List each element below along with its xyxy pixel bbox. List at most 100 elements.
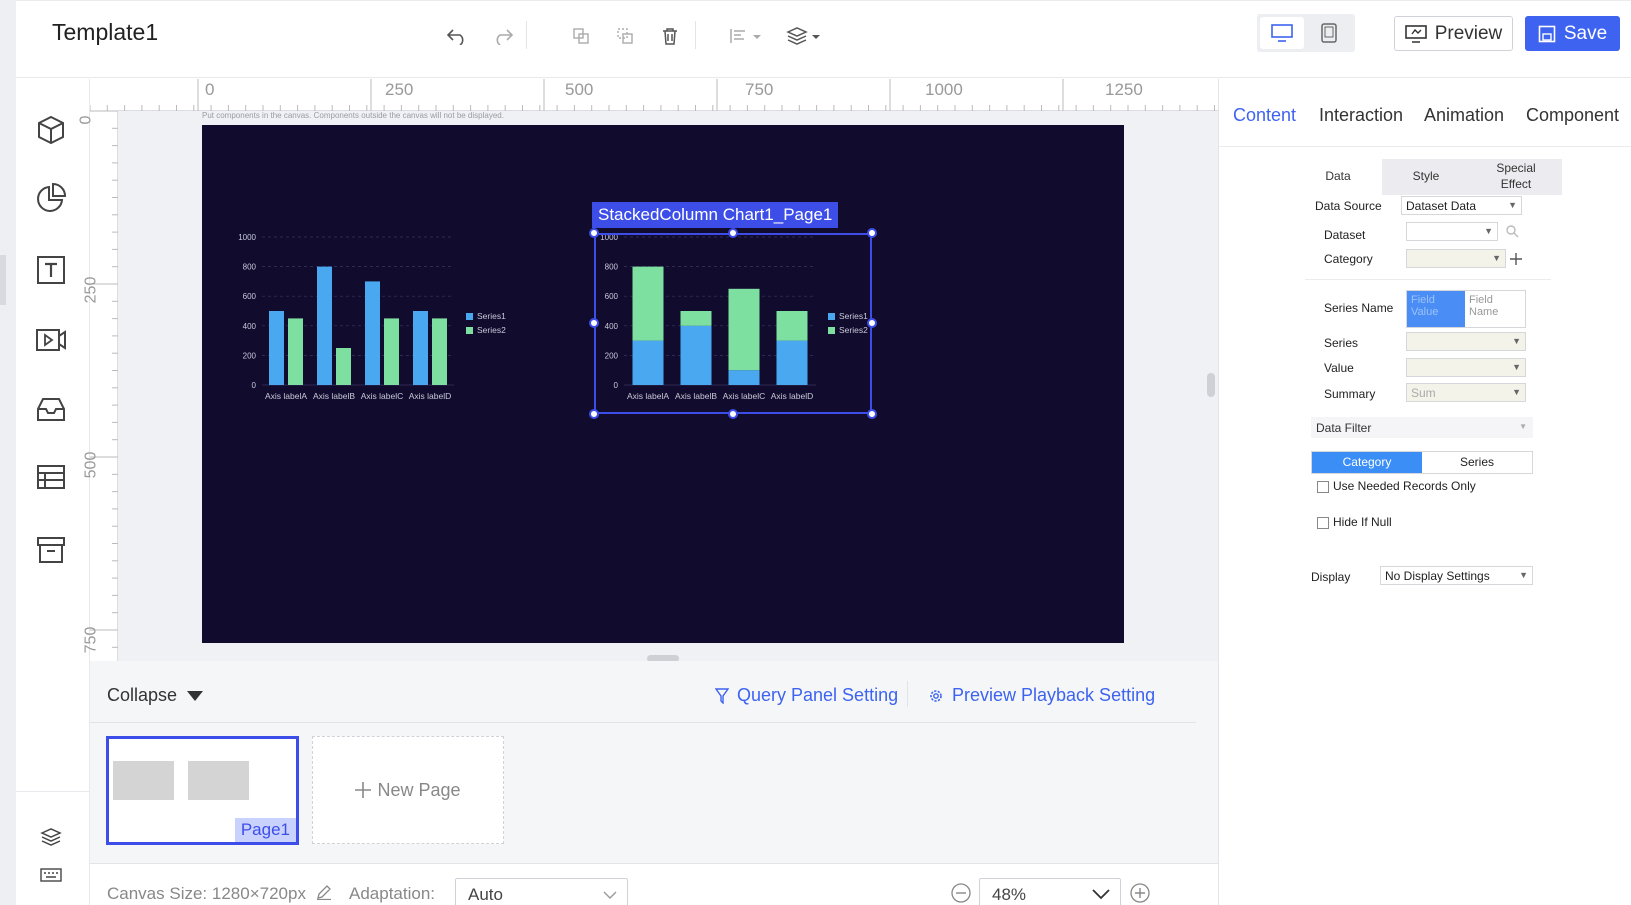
- add-icon[interactable]: [1509, 252, 1523, 266]
- adaptation-value: Auto: [468, 885, 503, 904]
- data-source-select[interactable]: Dataset Data ▼: [1401, 196, 1522, 215]
- new-page-button[interactable]: New Page: [312, 736, 504, 844]
- adaptation-label: Adaptation:: [349, 884, 436, 903]
- layers-icon: [786, 27, 820, 45]
- category-select[interactable]: ▼: [1406, 249, 1506, 268]
- edit-pencil-icon[interactable]: [316, 884, 332, 900]
- resize-handle[interactable]: [589, 318, 599, 328]
- media-component-button[interactable]: [31, 319, 71, 359]
- resize-handle[interactable]: [589, 228, 599, 238]
- monitor-icon: [1271, 24, 1293, 42]
- panel-divider: [90, 722, 1196, 723]
- archive-component-button[interactable]: [31, 530, 71, 570]
- table-component-button[interactable]: [31, 457, 71, 497]
- display-select[interactable]: No Display Settings ▼: [1380, 566, 1533, 585]
- selected-component-label[interactable]: StackedColumn Chart1_Page1: [592, 202, 839, 228]
- series-name-option-field-name[interactable]: Field Name: [1465, 291, 1525, 327]
- hide-if-null-label: Hide If Null: [1333, 515, 1392, 529]
- chart-component-button[interactable]: [31, 178, 71, 218]
- preview-playback-setting-link[interactable]: Preview Playback Setting: [928, 685, 1155, 706]
- redo-icon: [496, 29, 514, 45]
- tab-interaction[interactable]: Interaction: [1319, 105, 1403, 126]
- keyboard-shortcuts-button[interactable]: [31, 855, 71, 895]
- summary-label: Summary: [1324, 387, 1376, 401]
- subtab-style[interactable]: Style: [1382, 159, 1470, 195]
- desktop-view-button[interactable]: [1260, 17, 1304, 49]
- layer-dropdown[interactable]: [784, 21, 824, 51]
- series-select[interactable]: ▼: [1406, 332, 1526, 351]
- filter-tab-series[interactable]: Series: [1422, 452, 1532, 473]
- layers-panel-button[interactable]: [31, 817, 71, 857]
- status-footer: Canvas Size: 1280×720px Adaptation: Auto…: [90, 863, 1218, 905]
- container-component-button[interactable]: [31, 389, 71, 429]
- use-needed-checkbox[interactable]: [1317, 480, 1329, 493]
- subtab-data[interactable]: Data: [1294, 159, 1382, 195]
- tab-component[interactable]: Component: [1526, 105, 1619, 126]
- template-title[interactable]: Template1: [52, 19, 158, 46]
- tab-content[interactable]: Content: [1233, 105, 1296, 126]
- bar-series1: [413, 311, 428, 385]
- 3d-component-button[interactable]: [31, 110, 71, 150]
- use-needed-records-option[interactable]: Use Needed Records Only: [1317, 479, 1476, 493]
- group-button[interactable]: [566, 21, 596, 51]
- use-needed-label: Use Needed Records Only: [1333, 479, 1476, 493]
- keyboard-icon: [40, 868, 62, 882]
- adaptation-select[interactable]: Auto: [455, 878, 628, 905]
- dataset-label: Dataset: [1324, 228, 1366, 242]
- resize-handle[interactable]: [867, 318, 877, 328]
- hide-if-null-checkbox[interactable]: [1317, 516, 1329, 529]
- summary-select[interactable]: Sum ▼: [1406, 383, 1526, 402]
- chevron-down-icon: [1092, 889, 1110, 900]
- zoom-out-icon[interactable]: [951, 883, 971, 903]
- resize-handle[interactable]: [867, 409, 877, 419]
- delete-button[interactable]: [655, 21, 685, 51]
- query-panel-label: Query Panel Setting: [737, 685, 899, 705]
- y-tick-label: 400: [243, 322, 257, 331]
- subtab-special-effect[interactable]: Special Effect: [1470, 159, 1562, 195]
- tablet-view-button[interactable]: [1307, 17, 1351, 49]
- edge-mark: [0, 255, 6, 305]
- section-divider: [1305, 279, 1551, 280]
- chevron-down-icon: ▼: [1512, 387, 1521, 397]
- panel-scroll-grip[interactable]: [1207, 373, 1215, 397]
- zoom-value: 48%: [992, 885, 1027, 904]
- align-dropdown[interactable]: [726, 21, 766, 51]
- resize-handle[interactable]: [589, 409, 599, 419]
- legend-swatch: [466, 327, 473, 334]
- text-component-button[interactable]: [31, 250, 71, 290]
- collapse-toggle[interactable]: Collapse: [107, 685, 204, 706]
- preview-button[interactable]: Preview: [1394, 16, 1513, 51]
- save-label: Save: [1563, 22, 1608, 44]
- tab-animation[interactable]: Animation: [1424, 105, 1504, 126]
- search-icon[interactable]: [1505, 224, 1519, 238]
- summary-value: Sum: [1411, 386, 1436, 400]
- page-thumbnail[interactable]: Page1: [106, 736, 299, 845]
- selection-frame[interactable]: [594, 233, 872, 414]
- archive-icon: [37, 537, 65, 563]
- value-select[interactable]: ▼: [1406, 358, 1526, 377]
- canvas-size-text: Canvas Size: 1280×720px: [107, 884, 306, 903]
- hide-if-null-option[interactable]: Hide If Null: [1317, 515, 1392, 529]
- resize-handle[interactable]: [867, 228, 877, 238]
- undo-button[interactable]: [442, 21, 472, 51]
- property-panel: Content Interaction Animation Component …: [1218, 79, 1631, 905]
- resize-handle[interactable]: [728, 228, 738, 238]
- filter-tab-category[interactable]: Category: [1312, 452, 1422, 473]
- clustered-column-chart[interactable]: 0 200 400 600 800 1000 Axis labelA Axis labelB A…: [230, 222, 520, 422]
- dashboard-canvas[interactable]: 0 200 400 600 800 1000 Axis labelA Axis labelB A…: [202, 125, 1124, 643]
- ungroup-button[interactable]: [610, 21, 640, 51]
- series-name-option-field-value[interactable]: Field Value: [1407, 291, 1465, 327]
- bar-series2: [432, 318, 447, 385]
- resize-handle[interactable]: [728, 409, 738, 419]
- ruler-h-label: 250: [385, 80, 414, 99]
- save-button[interactable]: Save: [1525, 16, 1620, 51]
- dataset-select[interactable]: ▼: [1406, 222, 1498, 241]
- thumbnail-block: [188, 761, 249, 800]
- zoom-select[interactable]: 48%: [979, 878, 1121, 905]
- y-tick-label: 0: [252, 381, 257, 390]
- sidebar-divider: [16, 791, 90, 792]
- data-filter-header[interactable]: Data Filter ▼: [1311, 417, 1533, 438]
- redo-button[interactable]: [488, 21, 518, 51]
- query-panel-setting-link[interactable]: Query Panel Setting: [715, 685, 898, 706]
- zoom-in-icon[interactable]: [1130, 883, 1150, 903]
